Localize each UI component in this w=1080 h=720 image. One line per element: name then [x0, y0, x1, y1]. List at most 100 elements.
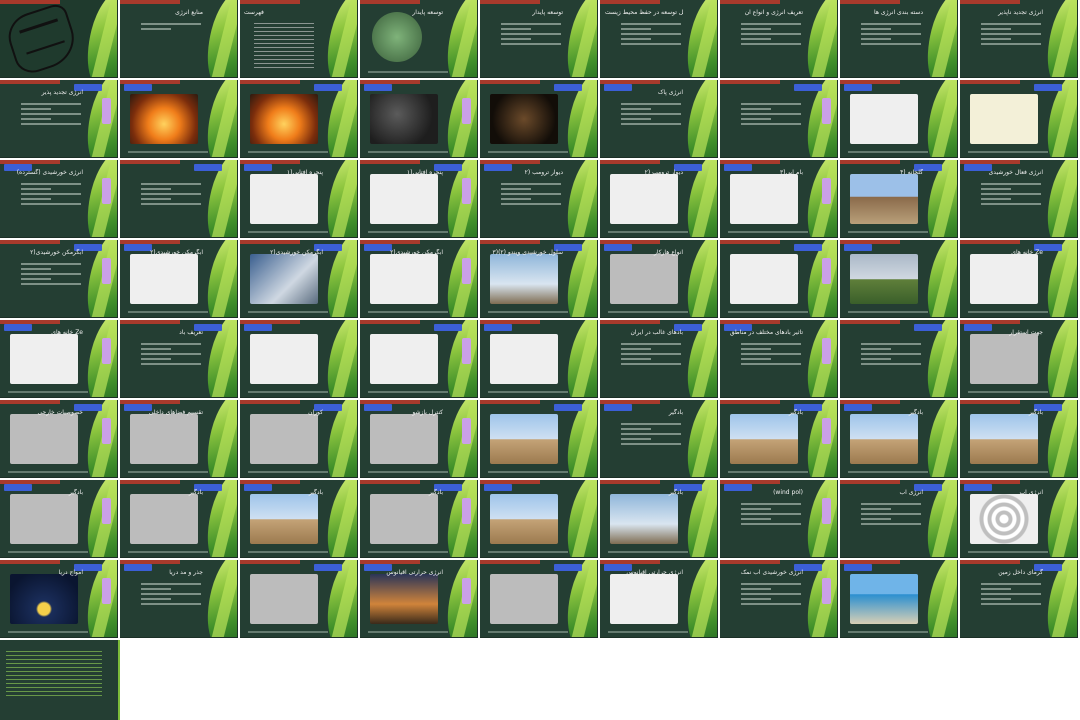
slide-thumbnail-22[interactable]: ۱)پنجره آفتابی	[360, 160, 478, 238]
slide-thumbnail-9[interactable]: انرژی تجدید ناپذیر	[960, 0, 1078, 78]
slide-body-text	[621, 20, 681, 48]
slide-thumbnail-15[interactable]: انرژی پاک	[600, 80, 718, 158]
slide-thumbnail-45[interactable]: جهت استقرار	[960, 320, 1078, 398]
side-tab	[822, 178, 831, 204]
slide-image	[730, 174, 798, 224]
slide-thumbnail-47[interactable]: تقسیم فضاهای داخلی	[120, 400, 238, 478]
slide-header-bar	[840, 0, 900, 4]
slide-thumbnail-52[interactable]: بادگیر	[720, 400, 838, 478]
slide-image	[130, 494, 198, 544]
slide-thumbnail-6[interactable]: مسائل توسعه در حفظ محیط زیست	[600, 0, 718, 78]
slide-thumbnail-57[interactable]: بادگیر	[240, 480, 358, 558]
image-caption	[8, 631, 88, 633]
category-badge	[244, 324, 272, 331]
slide-header-bar	[240, 560, 300, 564]
slide-body-text	[501, 180, 561, 208]
slide-thumbnail-16[interactable]	[720, 80, 838, 158]
slide-thumbnail-49[interactable]: کنترل بازشو	[360, 400, 478, 478]
slide-thumbnail-48[interactable]: کوران	[240, 400, 358, 478]
image-caption	[608, 631, 688, 633]
slide-thumbnail-39[interactable]	[240, 320, 358, 398]
slide-thumbnail-13[interactable]	[360, 80, 478, 158]
slide-header-bar	[120, 320, 180, 324]
slide-thumbnail-69[interactable]: انرژی حرارتی اقیانوس	[600, 560, 718, 638]
category-badge	[554, 84, 582, 91]
slide-header-bar	[720, 80, 780, 84]
slide-body-text	[501, 20, 561, 48]
slide-thumbnail-61[interactable]: (wind pol)	[720, 480, 838, 558]
slide-thumbnail-53[interactable]: بادگیر	[840, 400, 958, 478]
slide-thumbnail-5[interactable]: توسعه پایدار	[480, 0, 598, 78]
slide-header-bar	[240, 80, 300, 84]
slide-thumbnail-42[interactable]: بادهای غالب در ایران	[600, 320, 718, 398]
slide-thumbnail-38[interactable]: تعریف باد	[120, 320, 238, 398]
slide-thumbnail-46[interactable]: خصوصیات خارجی	[0, 400, 118, 478]
slide-thumbnail-70[interactable]: انرژی خورشیدی آب نمک	[720, 560, 838, 638]
slide-thumbnail-67[interactable]: انرژی حرارتی اقیانوس	[360, 560, 478, 638]
slide-thumbnail-62[interactable]: انرژی آب	[840, 480, 958, 558]
slide-thumbnail-37[interactable]: خانه های Ze	[0, 320, 118, 398]
side-tab	[102, 498, 111, 524]
slide-thumbnail-59[interactable]	[480, 480, 598, 558]
slide-thumbnail-1[interactable]	[0, 0, 118, 78]
slide-thumbnail-63[interactable]: انرژی آب	[960, 480, 1078, 558]
slide-thumbnail-72[interactable]: گرمای داخل زمین	[960, 560, 1078, 638]
slide-thumbnail-18[interactable]	[960, 80, 1078, 158]
slide-thumbnail-2[interactable]: منابع انرژی	[120, 0, 238, 78]
slide-thumbnail-56[interactable]: بادگیر	[120, 480, 238, 558]
slide-thumbnail-17[interactable]	[840, 80, 958, 158]
slide-thumbnail-7[interactable]: تعریف انرژی و انواع آن	[720, 0, 838, 78]
slide-thumbnail-14[interactable]	[480, 80, 598, 158]
slide-thumbnail-3[interactable]: فهرست	[240, 0, 358, 78]
slide-title: کنترل بازشو	[412, 409, 443, 416]
slide-title: بادگیر	[308, 489, 323, 496]
slide-title: بادگیر	[908, 409, 923, 416]
slide-thumbnail-30[interactable]: ۲)آبگرمکن خورشیدی	[240, 240, 358, 318]
slide-thumbnail-24[interactable]: ۲) دیوار ترومب	[600, 160, 718, 238]
slide-thumbnail-41[interactable]	[480, 320, 598, 398]
slide-title: ۱)پنجره آفتابی	[406, 169, 443, 176]
slide-thumbnail-65[interactable]: جذر و مد دریا	[120, 560, 238, 638]
slide-thumbnail-58[interactable]: بادگیر	[360, 480, 478, 558]
slide-thumbnail-66[interactable]	[240, 560, 358, 638]
slide-thumbnail-10[interactable]: انرژی تجدید پذیر	[0, 80, 118, 158]
slide-thumbnail-50[interactable]	[480, 400, 598, 478]
slide-thumbnail-44[interactable]	[840, 320, 958, 398]
slide-thumbnail-43[interactable]: تاثیر بادهای مختلف در مناطق	[720, 320, 838, 398]
slide-thumbnail-4[interactable]: توسعه پایدار	[360, 0, 478, 78]
slide-thumbnail-64[interactable]: امواج دریا	[0, 560, 118, 638]
category-badge	[364, 84, 392, 91]
slide-image	[130, 414, 198, 464]
slide-thumbnail-23[interactable]: ۲) دیوار ترومب	[480, 160, 598, 238]
slide-header-bar	[840, 160, 900, 164]
slide-thumbnail-28[interactable]: ۲)آبگرمکن خورشیدی	[0, 240, 118, 318]
slide-thumbnail-68[interactable]	[480, 560, 598, 638]
slide-title: جهت استقرار	[1009, 329, 1043, 336]
slide-thumbnail-25[interactable]: ۳)بام آبی	[720, 160, 838, 238]
slide-title: بادهای غالب در ایران	[630, 329, 683, 336]
slide-thumbnail-26[interactable]: ۴) گلخانه	[840, 160, 958, 238]
slide-thumbnail-12[interactable]	[240, 80, 358, 158]
slide-thumbnail-31[interactable]: ۲)آبگرمکن خورشیدی	[360, 240, 478, 318]
slide-thumbnail-21[interactable]: ۱)پنجره آفتابی	[240, 160, 358, 238]
slide-thumbnail-71[interactable]	[840, 560, 958, 638]
slide-thumbnail-34[interactable]	[720, 240, 838, 318]
slide-thumbnail-55[interactable]: بادگیر	[0, 480, 118, 558]
slide-thumbnail-40[interactable]	[360, 320, 478, 398]
slide-thumbnail-11[interactable]	[120, 80, 238, 158]
slide-thumbnail-8[interactable]: دسته بندی انرژی ها	[840, 0, 958, 78]
category-badge	[434, 324, 462, 331]
slide-image	[130, 254, 198, 304]
slide-thumbnail-36[interactable]: خانه های Ze	[960, 240, 1078, 318]
slide-thumbnail-19[interactable]: انرژی خورشیدی (گسترده)	[0, 160, 118, 238]
slide-thumbnail-60[interactable]: بادگیر	[600, 480, 718, 558]
slide-thumbnail-references[interactable]	[0, 640, 120, 720]
slide-thumbnail-20[interactable]	[120, 160, 238, 238]
slide-thumbnail-35[interactable]	[840, 240, 958, 318]
slide-thumbnail-54[interactable]: بادگیر	[960, 400, 1078, 478]
slide-thumbnail-29[interactable]: ۲)آبگرمکن خورشیدی	[120, 240, 238, 318]
slide-thumbnail-32[interactable]: ۳)سلول خورشیدی ویندو (۲)	[480, 240, 598, 318]
slide-thumbnail-27[interactable]: انرژی فعال خورشیدی	[960, 160, 1078, 238]
slide-thumbnail-51[interactable]: بادگیر	[600, 400, 718, 478]
slide-thumbnail-33[interactable]: انواع هارکار	[600, 240, 718, 318]
